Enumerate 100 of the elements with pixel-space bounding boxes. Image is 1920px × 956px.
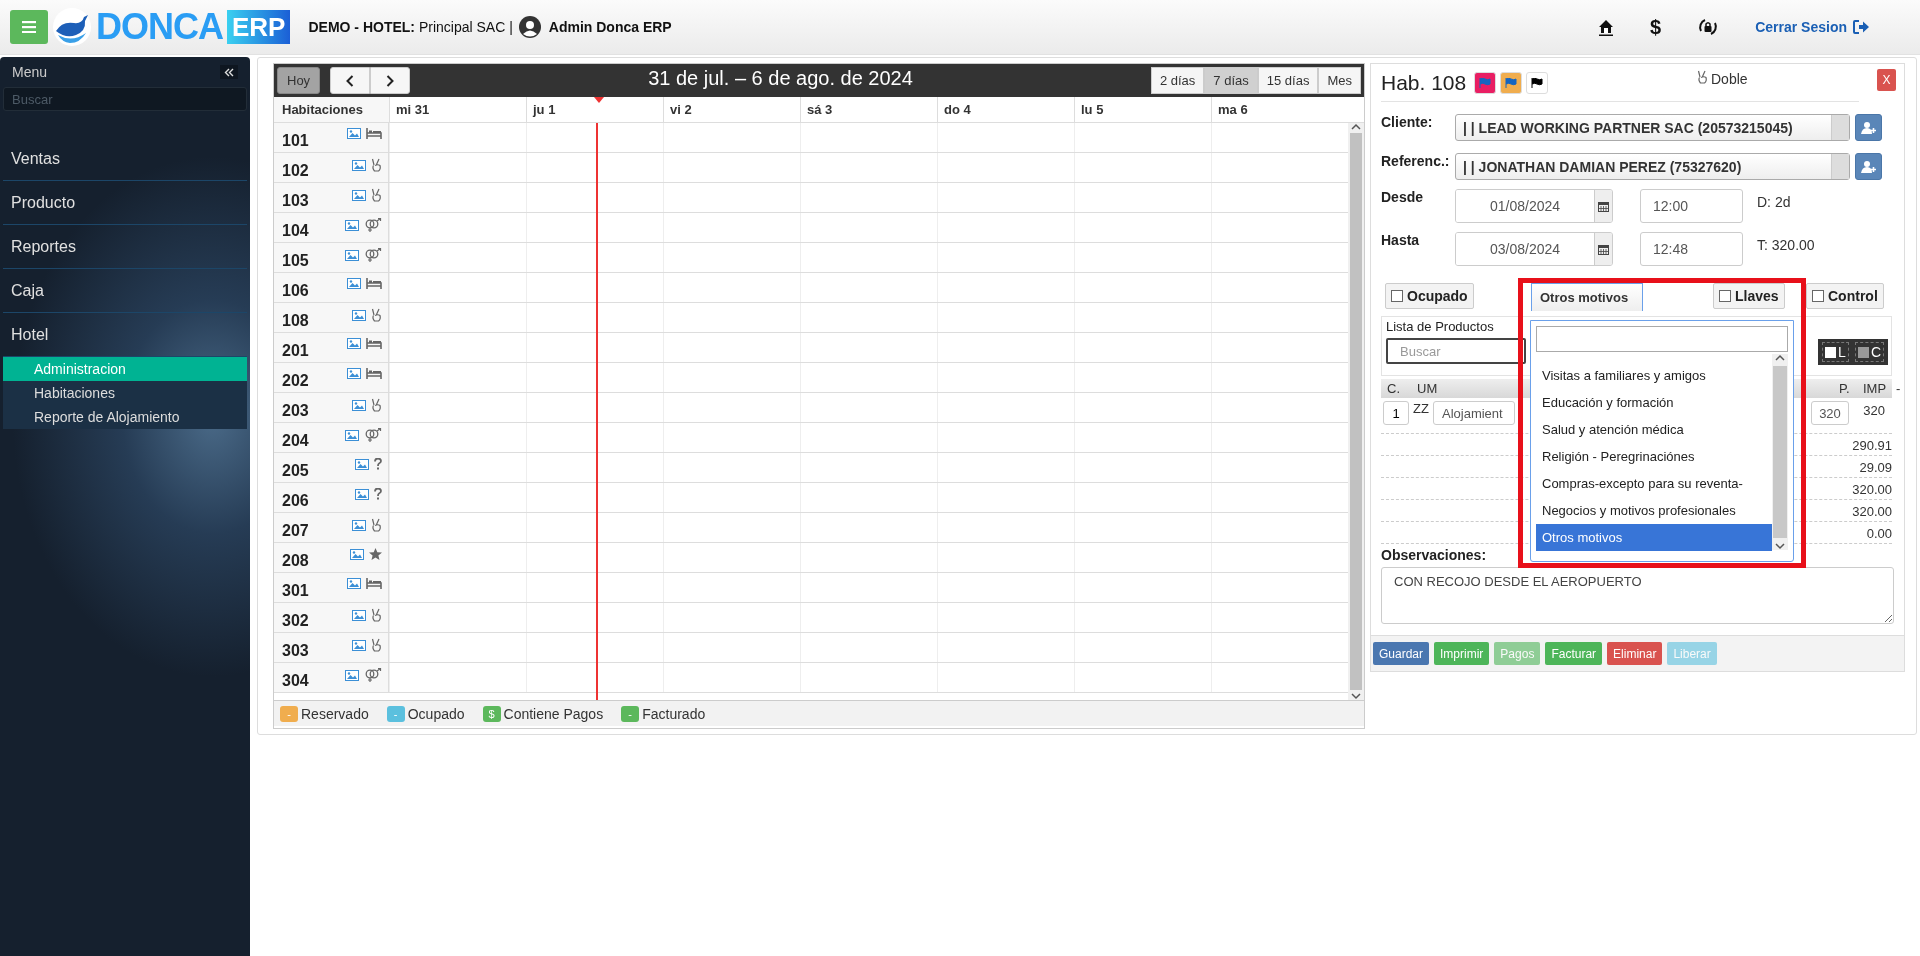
submenu-item[interactable]: Reporte de Alojamiento [3,405,247,429]
scrollbar[interactable] [1772,354,1788,550]
avatar-icon [518,16,541,38]
image-icon[interactable] [352,159,366,171]
action-button[interactable]: Guardar [1373,642,1430,665]
image-icon[interactable] [347,368,361,379]
image-icon[interactable] [350,548,364,560]
view-tab[interactable]: 7 días [1204,67,1258,94]
calendar-title: 31 de jul. – 6 de ago. de 2024 [647,67,914,90]
menu-search-field[interactable]: Buscar [3,87,247,111]
field-label: Referenc.: [1381,153,1451,169]
product-search-field[interactable]: Buscar [1386,338,1526,364]
date-field[interactable]: 01/08/2024 [1455,189,1613,223]
scroll-up-icon[interactable] [1775,354,1785,362]
room-number: 303 [282,642,309,660]
user-name: Admin Donca ERP [548,19,672,35]
description-field[interactable]: Alojamient [1433,401,1515,425]
sidebar-item[interactable]: Reportes [3,225,247,269]
previous-button[interactable] [330,67,371,94]
bed-icon [366,578,382,589]
day-header: vi 2 [663,97,800,122]
close-button[interactable]: X [1877,69,1896,91]
quantity-field[interactable]: 1 [1383,401,1409,425]
time-field[interactable]: 12:00 [1640,189,1743,223]
chevron-left-icon [346,74,355,87]
sidebar-item[interactable]: Ventas [3,137,247,181]
room-number: 105 [282,252,309,270]
dropdown-option[interactable]: Otros motivos [1536,524,1772,551]
dropdown-option[interactable]: Educación y formación [1536,389,1772,416]
calendar-icon [1598,243,1609,255]
column-header: Habitaciones [274,97,389,122]
image-icon[interactable] [345,249,359,261]
dropdown-option[interactable]: Negocios y motivos profesionales [1536,497,1772,524]
price-field[interactable]: 320 [1811,401,1849,425]
date-field[interactable]: 03/08/2024 [1455,232,1613,266]
add-person-button[interactable] [1855,153,1882,180]
checkbox-button[interactable]: Control [1806,283,1884,309]
add-user-icon [1861,121,1876,134]
hand-icon [371,158,382,172]
image-icon[interactable] [352,519,366,531]
flag-button[interactable] [1474,71,1497,94]
hand-icon [371,518,382,532]
currency-icon[interactable]: $ [1650,15,1662,39]
view-tab[interactable]: 15 días [1257,67,1319,94]
room-title: Hab. 108 [1381,70,1467,95]
scroll-up-icon[interactable] [1351,123,1361,131]
menu-title: Menu [12,64,48,80]
image-icon[interactable] [355,488,369,500]
room-number: 201 [282,342,309,360]
flag-button[interactable] [1526,71,1549,94]
checkbox-button[interactable]: Llaves [1713,283,1785,309]
image-icon[interactable] [352,639,366,651]
image-icon[interactable] [347,278,361,289]
toggle-checkbox[interactable]: L [1822,342,1849,362]
scrollbar[interactable] [1348,123,1364,700]
column-header: - [1896,381,1901,396]
notes-field[interactable]: CON RECOJO DESDE EL AEROPUERTO [1381,567,1894,624]
dropdown-option[interactable]: Visitas a familiares y amigos [1536,362,1772,389]
image-icon[interactable] [352,309,366,321]
reference-select[interactable]: | | JONATHAN DAMIAN PEREZ (75327620) [1455,153,1850,180]
info-label: D: 2d [1757,194,1791,210]
add-person-button[interactable] [1855,114,1882,141]
image-icon[interactable] [345,669,359,681]
action-button[interactable]: Eliminar [1607,642,1663,665]
add-user-icon [1861,160,1876,173]
scroll-down-icon[interactable] [1351,692,1361,700]
reason-select[interactable]: Otros motivos [1531,283,1643,311]
sidebar-item[interactable]: Producto [3,181,247,225]
lock-refresh-icon[interactable] [1697,17,1720,37]
view-tab[interactable]: 2 días [1150,67,1205,94]
hand-icon [371,638,382,652]
dropdown-search-field[interactable] [1536,326,1788,352]
submenu-item[interactable]: Habitaciones [3,381,247,405]
room-number: 301 [282,582,309,600]
table-cell-text: 320 [1862,403,1885,418]
image-icon[interactable] [347,128,361,139]
next-button[interactable] [370,67,411,94]
image-icon[interactable] [352,189,366,201]
sidebar-item[interactable]: Caja [3,269,247,313]
image-icon[interactable] [347,578,361,589]
today-button[interactable]: Hoy [277,67,321,94]
collapse-button[interactable] [220,65,238,79]
image-icon[interactable] [345,219,359,231]
image-icon[interactable] [347,338,361,349]
checkbox-button[interactable]: Ocupado [1385,283,1474,309]
gender-icon [364,218,382,232]
image-icon[interactable] [345,429,359,441]
image-icon[interactable] [352,609,366,621]
menu-button[interactable] [10,10,48,44]
double-chevron-icon [224,67,234,77]
home-icon[interactable] [1598,18,1615,36]
scroll-down-icon[interactable] [1775,542,1785,550]
time-field[interactable]: 12:48 [1640,232,1743,266]
column-header: IMP [1863,381,1887,396]
image-icon[interactable] [352,399,366,411]
image-icon[interactable] [355,458,369,470]
bed-icon [366,278,382,289]
view-tab[interactable]: Mes [1318,67,1361,94]
logout-link[interactable]: Cerrar Sesion [1755,19,1870,35]
client-select[interactable]: | | LEAD WORKING PARTNER SAC (20573215045) [1455,114,1850,141]
